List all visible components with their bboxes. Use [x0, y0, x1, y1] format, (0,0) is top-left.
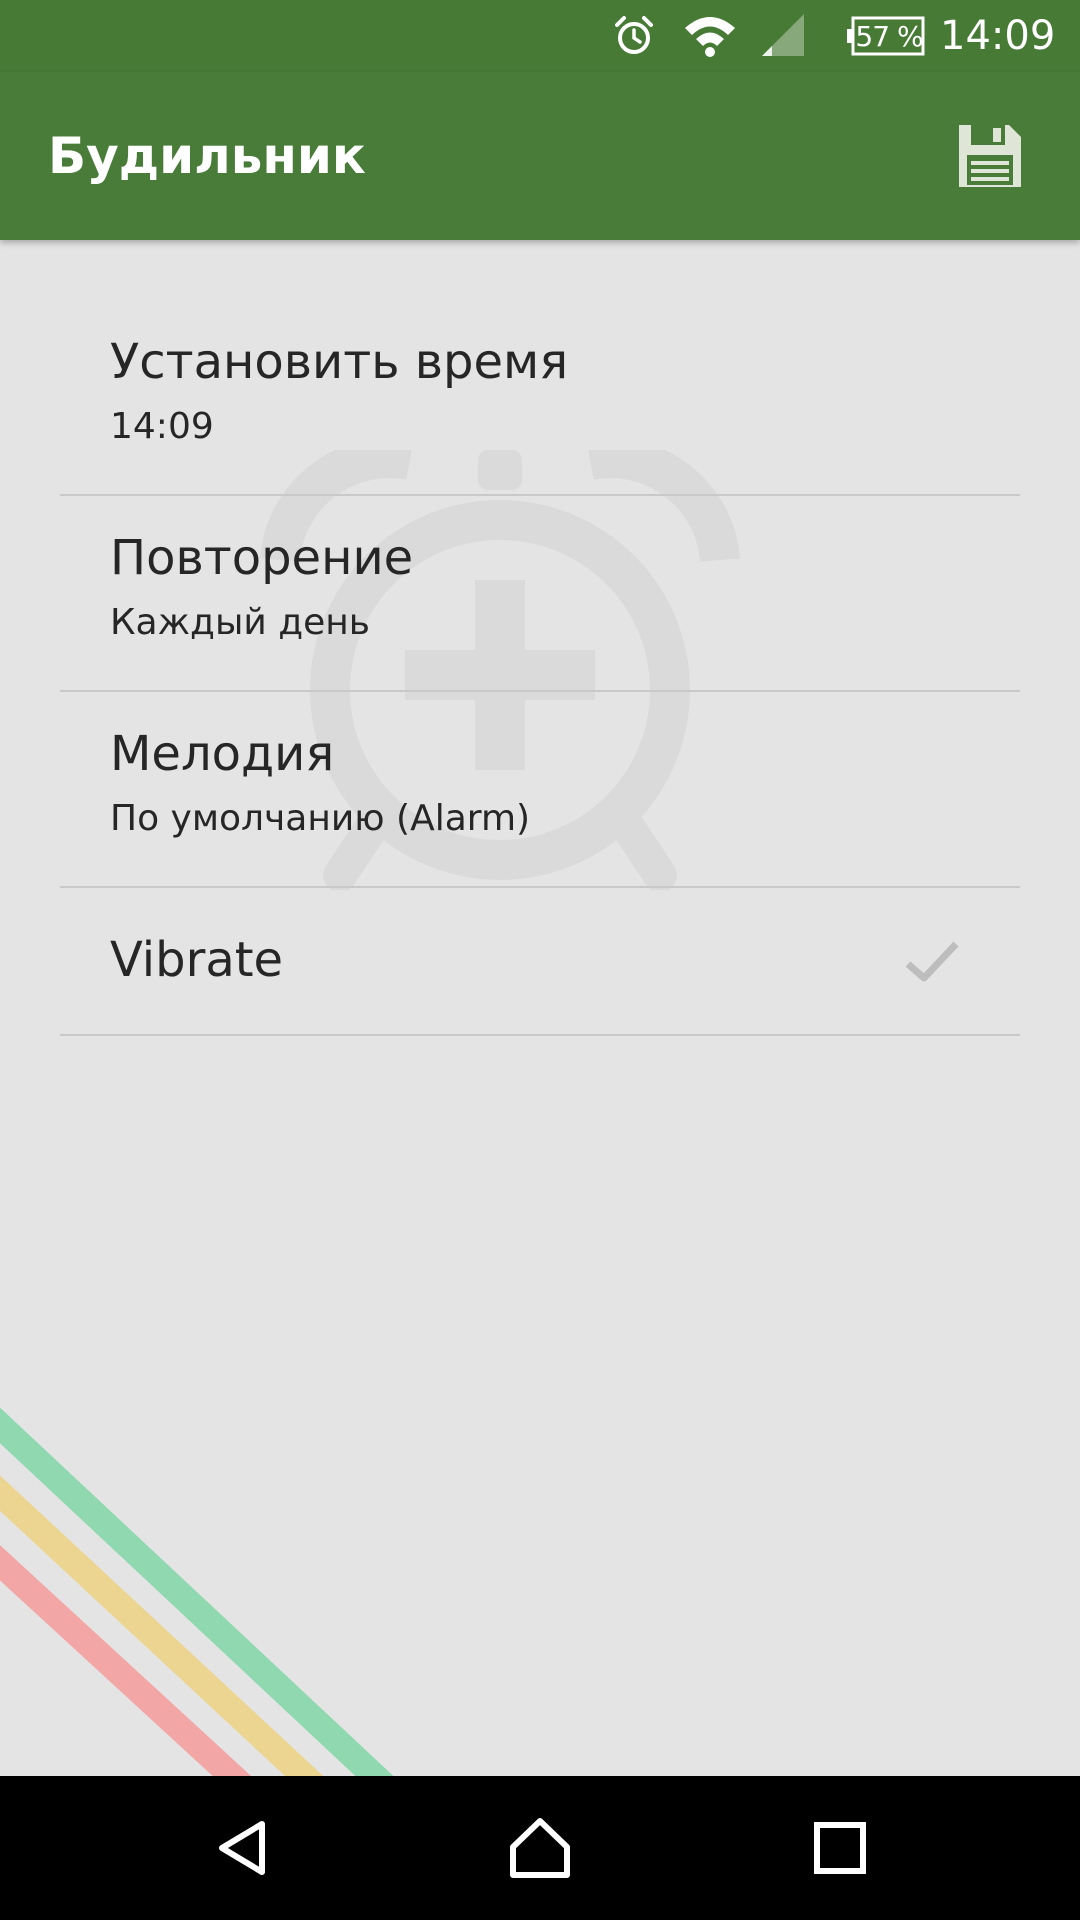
repeat-title: Повторение: [110, 530, 414, 586]
repeat-summary: Каждый день: [110, 602, 370, 643]
save-icon: [959, 125, 1021, 187]
melody-preference[interactable]: Мелодия По умолчанию (Alarm): [60, 692, 1020, 888]
set-time-title: Установить время: [110, 334, 569, 390]
vibrate-preference[interactable]: Vibrate: [60, 888, 1020, 1036]
home-icon: [510, 1818, 570, 1878]
app-bar: Будильник: [0, 72, 1080, 240]
screen: 57 % 14:09 Будильник Установить время 14…: [0, 0, 1080, 1920]
set-time-summary: 14:09: [110, 406, 214, 447]
battery-percent: 57 %: [855, 19, 923, 53]
melody-summary: По умолчанию (Alarm): [110, 798, 531, 839]
status-bar: 57 % 14:09: [0, 0, 1080, 72]
cell-signal-icon: [758, 0, 808, 72]
status-time: 14:09: [940, 13, 1056, 59]
repeat-preference[interactable]: Повторение Каждый день: [60, 496, 1020, 692]
settings-list: Установить время 14:09 Повторение Каждый…: [60, 300, 1020, 1036]
set-time-preference[interactable]: Установить время 14:09: [60, 300, 1020, 496]
recents-icon: [814, 1822, 866, 1874]
checkmark-icon: [905, 941, 959, 982]
page-title: Будильник: [48, 127, 366, 185]
alarm-clock-icon: [610, 0, 658, 72]
recents-button[interactable]: [790, 1798, 890, 1898]
back-button[interactable]: [192, 1798, 292, 1898]
vibrate-checkbox[interactable]: [900, 930, 964, 994]
home-button[interactable]: [490, 1798, 590, 1898]
navigation-bar: [0, 1776, 1080, 1920]
vibrate-title: Vibrate: [110, 932, 284, 988]
save-button[interactable]: [950, 116, 1030, 196]
decorative-stripes: [0, 1407, 394, 1776]
back-icon: [219, 1821, 265, 1875]
melody-title: Мелодия: [110, 726, 335, 782]
wifi-icon: [680, 0, 740, 72]
battery-icon: 57 %: [845, 0, 927, 72]
